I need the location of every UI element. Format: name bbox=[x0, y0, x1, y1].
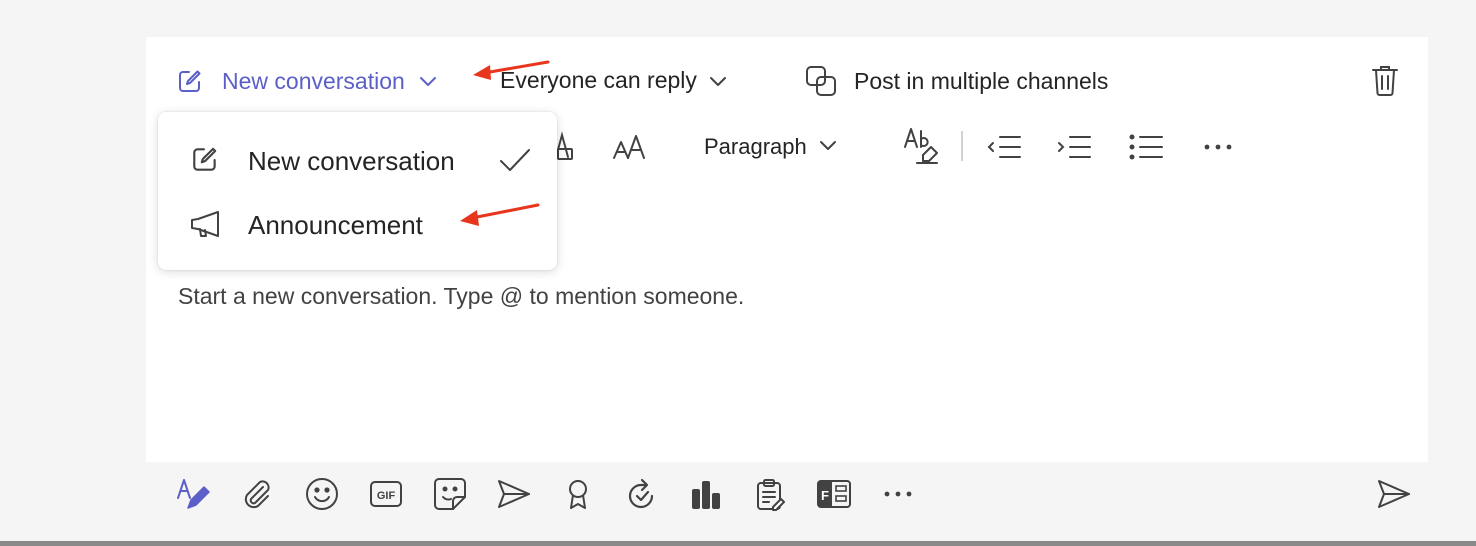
menu-item-label: Announcement bbox=[248, 209, 423, 240]
multi-channel-icon bbox=[804, 64, 838, 98]
new-conversation-dropdown[interactable]: New conversation bbox=[176, 67, 437, 95]
compose-icon bbox=[176, 67, 204, 95]
paragraph-label: Paragraph bbox=[704, 134, 807, 159]
menu-item-announcement[interactable]: Announcement bbox=[158, 194, 557, 256]
clear-formatting-icon[interactable] bbox=[902, 125, 942, 165]
schedule-meeting-icon[interactable] bbox=[496, 476, 532, 512]
forms-icon[interactable]: F bbox=[816, 476, 852, 512]
praise-icon[interactable] bbox=[560, 476, 596, 512]
format-icon[interactable] bbox=[176, 476, 212, 512]
reply-setting-label: Everyone can reply bbox=[500, 67, 697, 93]
trash-icon bbox=[1370, 63, 1400, 97]
paragraph-style-dropdown[interactable]: Paragraph bbox=[704, 129, 854, 165]
bulleted-list-icon[interactable] bbox=[1128, 129, 1164, 165]
decrease-indent-icon[interactable] bbox=[986, 129, 1022, 165]
send-icon[interactable] bbox=[1376, 476, 1412, 512]
svg-text:GIF: GIF bbox=[377, 490, 396, 502]
window-bottom-border bbox=[0, 541, 1476, 546]
increase-indent-icon[interactable] bbox=[1056, 129, 1092, 165]
post-multiple-channels-button[interactable]: Post in multiple channels bbox=[804, 64, 1108, 98]
post-type-menu: New conversation Announcement bbox=[158, 112, 557, 270]
new-conversation-label: New conversation bbox=[222, 67, 405, 94]
compose-extensions-bar: GIF F bbox=[146, 470, 1428, 520]
message-input[interactable]: Start a new conversation. Type @ to ment… bbox=[178, 283, 744, 310]
menu-item-label: New conversation bbox=[248, 145, 455, 176]
post-multiple-channels-label: Post in multiple channels bbox=[854, 67, 1109, 94]
more-options-icon[interactable] bbox=[1200, 129, 1236, 165]
emoji-icon[interactable] bbox=[304, 476, 340, 512]
font-size-icon[interactable] bbox=[612, 129, 648, 165]
compose-icon bbox=[190, 144, 220, 179]
updates-icon[interactable] bbox=[752, 476, 788, 512]
menu-item-new-conversation[interactable]: New conversation bbox=[158, 130, 557, 192]
chevron-down-icon bbox=[419, 75, 437, 87]
more-icon[interactable] bbox=[880, 476, 916, 512]
reply-setting-dropdown[interactable]: Everyone can reply bbox=[500, 67, 727, 94]
approvals-icon[interactable] bbox=[688, 476, 724, 512]
discard-button[interactable] bbox=[1370, 63, 1400, 97]
checkmark-icon bbox=[498, 146, 532, 179]
gif-icon[interactable]: GIF bbox=[368, 476, 404, 512]
sticker-icon[interactable] bbox=[432, 476, 468, 512]
megaphone-icon bbox=[188, 208, 224, 245]
attach-icon[interactable] bbox=[240, 476, 276, 512]
chevron-down-icon bbox=[819, 138, 837, 156]
chevron-down-icon bbox=[709, 75, 727, 87]
toolbar-divider bbox=[961, 131, 963, 161]
svg-text:F: F bbox=[821, 488, 829, 503]
composer-header: New conversation Everyone can reply Post… bbox=[146, 37, 1428, 123]
loop-icon[interactable] bbox=[624, 476, 660, 512]
